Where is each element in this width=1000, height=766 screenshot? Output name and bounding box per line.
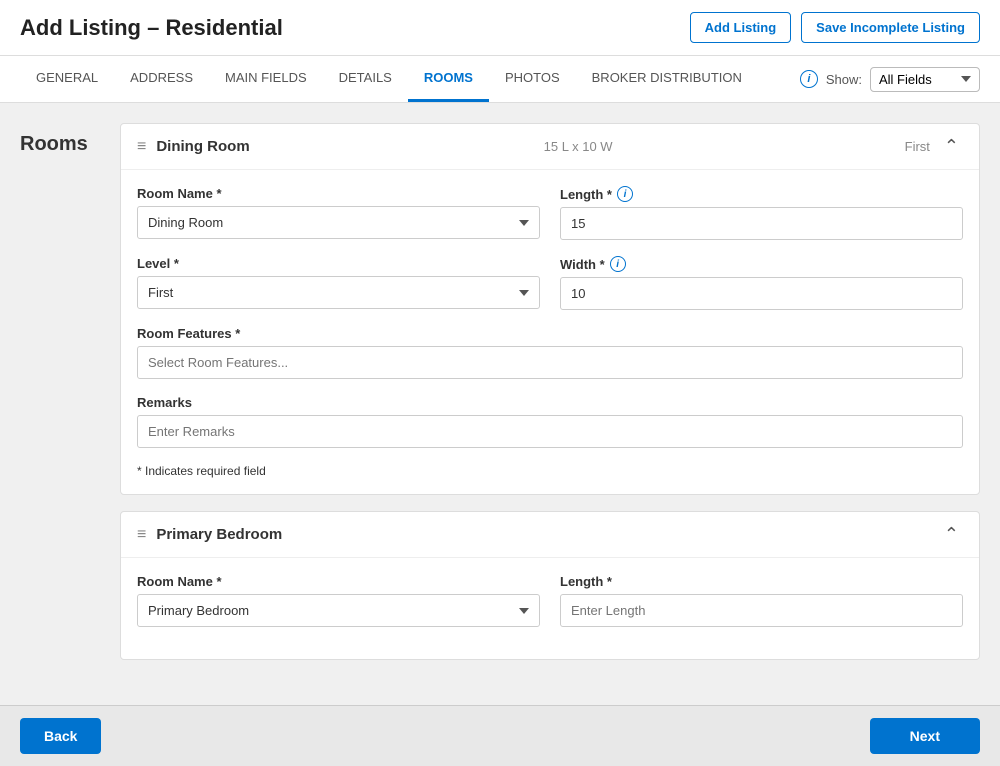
primary-room-name-label: Room Name *: [137, 574, 540, 589]
length-input[interactable]: [560, 207, 963, 240]
primary-bedroom-card: ≡ Primary Bedroom ⌃ Room Name * Primary …: [120, 511, 980, 660]
dining-room-card: ≡ Dining Room 15 L x 10 W First ⌃ Room N…: [120, 123, 980, 495]
dining-room-row4: Remarks: [137, 395, 963, 448]
dining-room-body: Room Name * Dining Room Living Room Kitc…: [121, 170, 979, 494]
dining-room-row3: Room Features *: [137, 326, 963, 379]
nav-info-icon[interactable]: i: [800, 70, 818, 88]
primary-bedroom-name: Primary Bedroom: [156, 526, 306, 543]
dining-room-dimensions: 15 L x 10 W: [316, 139, 840, 154]
nav-bar: GENERAL ADDRESS MAIN FIELDS DETAILS ROOM…: [0, 56, 1000, 103]
drag-handle-icon[interactable]: ≡: [137, 138, 146, 156]
primary-bedroom-body: Room Name * Primary Bedroom Dining Room …: [121, 558, 979, 659]
remarks-group: Remarks: [137, 395, 963, 448]
width-label: Width * i: [560, 256, 963, 272]
room-features-label: Room Features *: [137, 326, 963, 341]
sidebar-label: Rooms: [20, 123, 100, 669]
add-listing-button[interactable]: Add Listing: [690, 12, 792, 43]
width-input[interactable]: [560, 277, 963, 310]
length-label: Length * i: [560, 186, 963, 202]
save-incomplete-button[interactable]: Save Incomplete Listing: [801, 12, 980, 43]
remarks-label: Remarks: [137, 395, 963, 410]
level-label: Level *: [137, 256, 540, 271]
level-group: Level * First Second Third Basement Lowe…: [137, 256, 540, 310]
dining-room-row2: Level * First Second Third Basement Lowe…: [137, 256, 963, 310]
primary-length-label: Length *: [560, 574, 963, 589]
back-button[interactable]: Back: [20, 718, 101, 754]
tab-rooms[interactable]: ROOMS: [408, 56, 489, 102]
dining-room-row1: Room Name * Dining Room Living Room Kitc…: [137, 186, 963, 240]
room-name-label: Room Name *: [137, 186, 540, 201]
tab-details[interactable]: DETAILS: [323, 56, 408, 102]
rooms-content: ≡ Dining Room 15 L x 10 W First ⌃ Room N…: [120, 123, 980, 669]
level-select[interactable]: First Second Third Basement Lower Level …: [137, 276, 540, 309]
show-select[interactable]: All Fields: [870, 67, 980, 92]
next-button[interactable]: Next: [870, 718, 980, 754]
primary-room-name-select[interactable]: Primary Bedroom Dining Room Living Room …: [137, 594, 540, 627]
room-name-select[interactable]: Dining Room Living Room Kitchen Bedroom …: [137, 206, 540, 239]
primary-length-input[interactable]: [560, 594, 963, 627]
page-title: Add Listing – Residential: [20, 15, 283, 41]
primary-length-group: Length *: [560, 574, 963, 627]
show-label: Show:: [826, 72, 862, 87]
dining-room-header: ≡ Dining Room 15 L x 10 W First ⌃: [121, 124, 979, 170]
primary-bedroom-header: ≡ Primary Bedroom ⌃: [121, 512, 979, 558]
width-info-icon[interactable]: i: [610, 256, 626, 272]
tab-general[interactable]: GENERAL: [20, 56, 114, 102]
page-header: Add Listing – Residential Add Listing Sa…: [0, 0, 1000, 56]
primary-bedroom-row1: Room Name * Primary Bedroom Dining Room …: [137, 574, 963, 627]
remarks-input[interactable]: [137, 415, 963, 448]
length-group: Length * i: [560, 186, 963, 240]
show-group: i Show: All Fields: [800, 59, 980, 100]
tab-main-fields[interactable]: MAIN FIELDS: [209, 56, 323, 102]
length-info-icon[interactable]: i: [617, 186, 633, 202]
dining-room-collapse-button[interactable]: ⌃: [940, 136, 963, 157]
primary-bedroom-name-group: Room Name * Primary Bedroom Dining Room …: [137, 574, 540, 627]
tab-broker-distribution[interactable]: BROKER DISTRIBUTION: [576, 56, 758, 102]
tab-address[interactable]: ADDRESS: [114, 56, 209, 102]
primary-bedroom-collapse-button[interactable]: ⌃: [940, 524, 963, 545]
footer: Back Next: [0, 705, 1000, 766]
dining-room-name-group: Room Name * Dining Room Living Room Kitc…: [137, 186, 540, 240]
drag-handle-icon-2[interactable]: ≡: [137, 526, 146, 544]
required-note: * Indicates required field: [137, 464, 963, 478]
dining-room-level: First: [850, 139, 930, 154]
width-group: Width * i: [560, 256, 963, 310]
room-features-group: Room Features *: [137, 326, 963, 379]
room-features-input[interactable]: [137, 346, 963, 379]
tab-photos[interactable]: PHOTOS: [489, 56, 576, 102]
header-buttons: Add Listing Save Incomplete Listing: [690, 12, 980, 43]
dining-room-name: Dining Room: [156, 138, 306, 155]
main-content: Rooms ≡ Dining Room 15 L x 10 W First ⌃ …: [0, 103, 1000, 689]
